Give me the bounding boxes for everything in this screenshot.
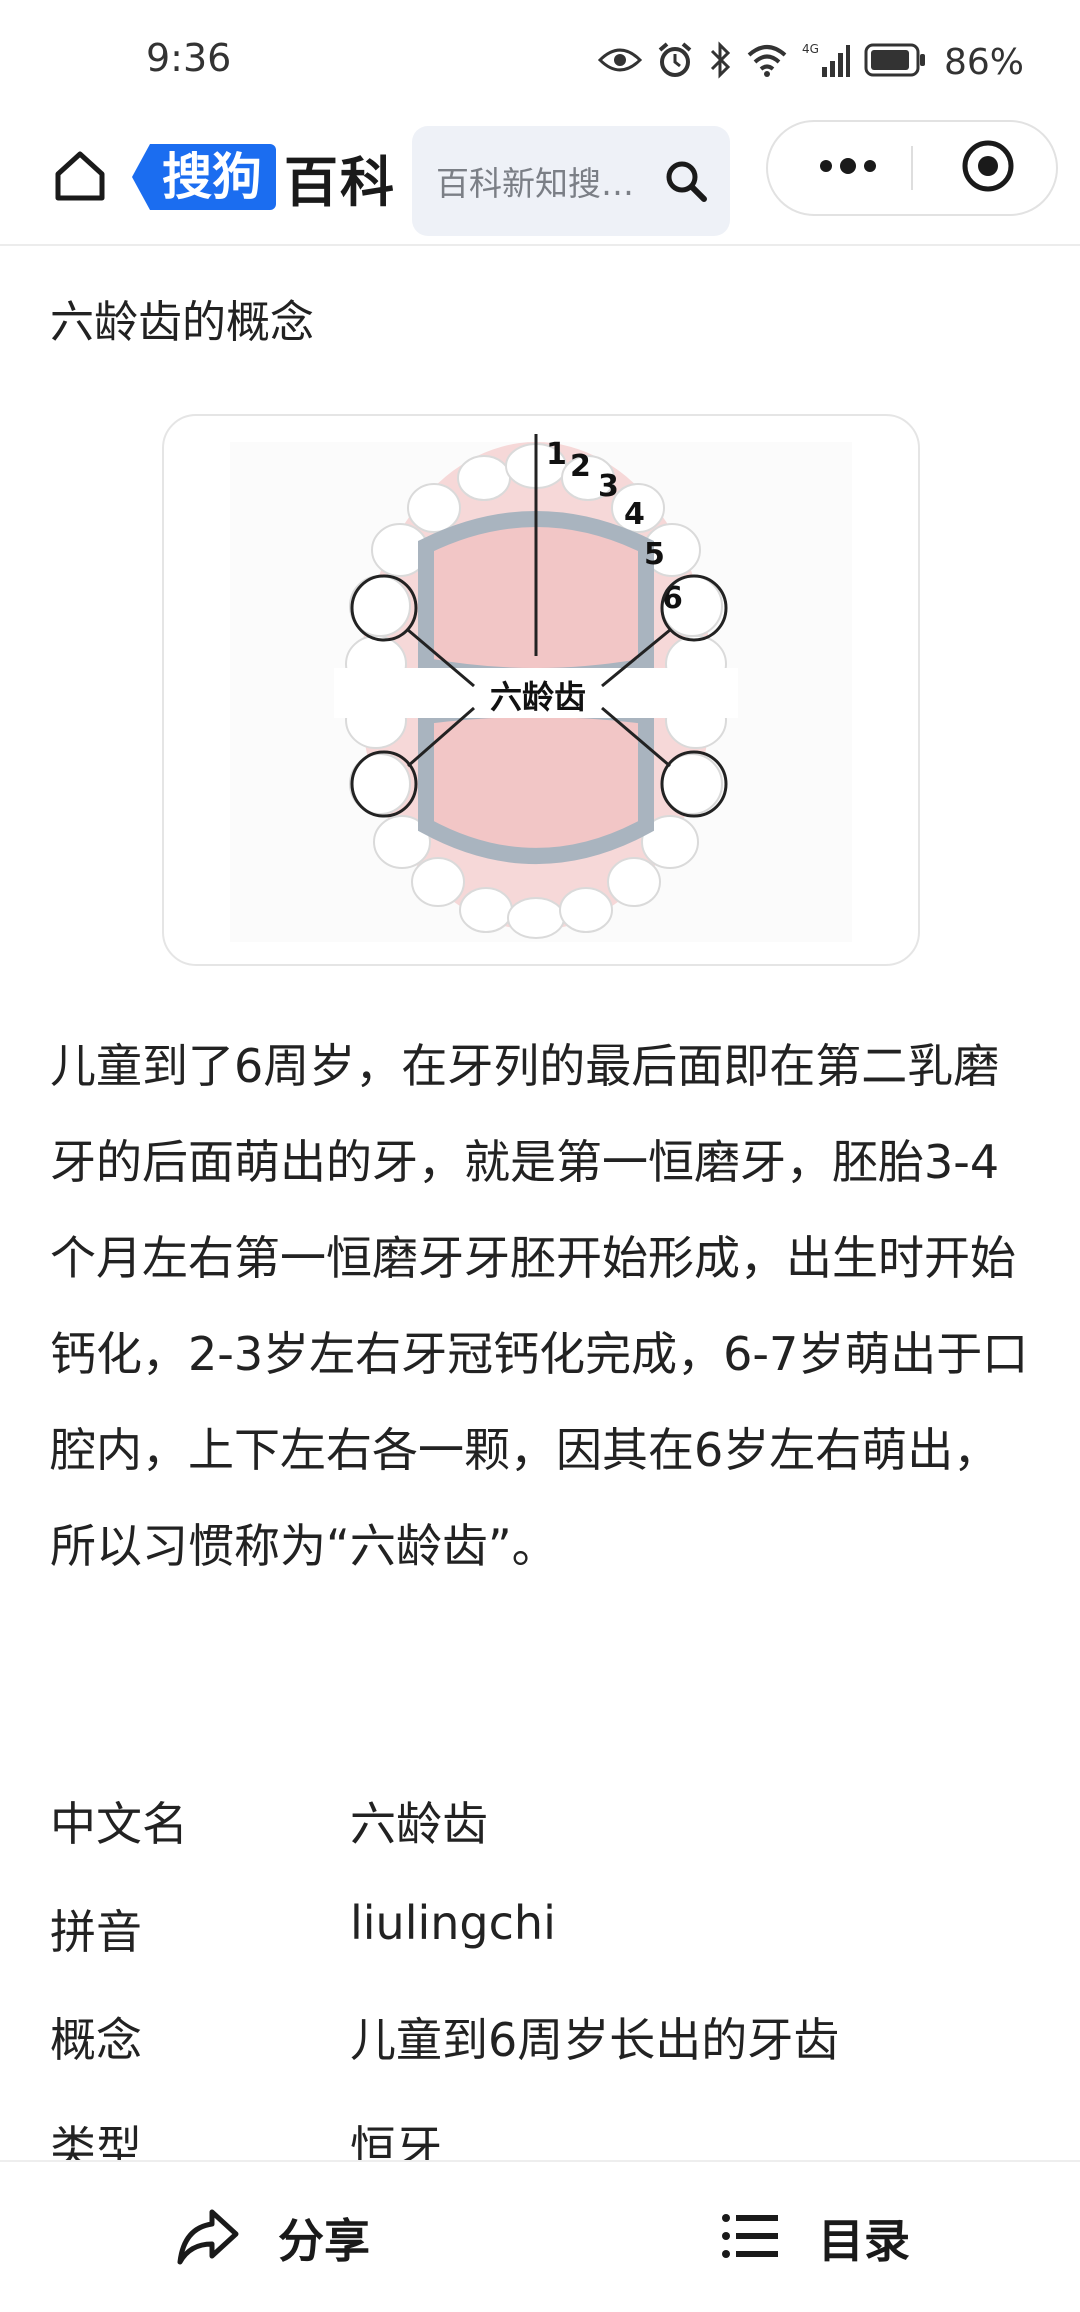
status-time: 9:36 <box>146 36 232 80</box>
share-label: 分享 <box>278 2214 370 2268</box>
status-icons: 4G 86% <box>597 40 1024 84</box>
figure-card[interactable]: 1 2 3 4 5 6 六龄齿 <box>162 414 920 966</box>
alarm-icon <box>656 41 694 83</box>
section-heading: 六龄齿的概念 <box>50 297 314 348</box>
share-icon <box>176 2206 240 2270</box>
wifi-icon <box>746 43 788 81</box>
info-key: 类型 <box>50 2121 142 2164</box>
info-key: 概念 <box>50 2013 142 2067</box>
sogou-baike-logo[interactable]: 搜狗 百科 <box>132 142 396 214</box>
search-box[interactable]: 百科新知搜… <box>412 126 730 236</box>
search-placeholder[interactable]: 百科新知搜… <box>436 157 662 205</box>
close-target-icon <box>960 138 1016 198</box>
tooth-number-2: 2 <box>570 449 591 484</box>
logo-badge: 搜狗 <box>132 144 276 210</box>
info-value: 恒牙 <box>350 2121 442 2164</box>
more-icon <box>816 156 880 180</box>
info-key: 拼音 <box>50 1905 142 1959</box>
bluetooth-icon <box>708 41 732 83</box>
nav-bar: 搜狗 百科 百科新知搜… <box>0 120 1080 246</box>
tooth-number-1: 1 <box>546 437 567 472</box>
more-button[interactable] <box>798 122 898 214</box>
toc-label: 目录 <box>818 2214 910 2268</box>
eye-icon <box>597 45 643 79</box>
lower-palate <box>418 701 654 864</box>
tooth-number-4: 4 <box>624 497 645 532</box>
toc-button[interactable]: 目录 <box>720 2206 910 2270</box>
status-bar: 9:36 4G 86% <box>0 0 1080 120</box>
info-value: 儿童到6周岁长出的牙齿 <box>350 2013 840 2067</box>
cell-signal-icon: 4G <box>802 41 850 83</box>
battery-icon <box>864 42 926 82</box>
tooth-number-3: 3 <box>598 469 619 504</box>
intro-paragraph: 儿童到了6周岁，在牙列的最后面即在第二乳磨牙的后面萌出的牙，就是第一恒磨牙，胚胎… <box>50 1039 1029 1573</box>
capsule-divider <box>911 146 913 190</box>
tooth-number-5: 5 <box>644 537 665 572</box>
info-row: 类型 恒牙 <box>50 2112 1030 2164</box>
logo-text: 百科 <box>284 150 396 214</box>
search-icon[interactable] <box>662 157 710 205</box>
info-value: 六龄齿 <box>350 1797 488 1851</box>
info-row: 中文名 六龄齿 <box>50 1788 1030 1868</box>
share-button[interactable]: 分享 <box>176 2206 370 2270</box>
info-row: 概念 儿童到6周岁长出的牙齿 <box>50 2004 1030 2084</box>
home-icon <box>52 148 108 208</box>
info-value: liulingchi <box>350 1896 556 1950</box>
network-label: 4G <box>802 42 819 56</box>
home-button[interactable] <box>48 146 112 210</box>
list-icon <box>720 2210 780 2266</box>
battery-percent: 86% <box>943 41 1024 83</box>
figure-label: 六龄齿 <box>490 678 586 716</box>
teeth-diagram: 1 2 3 4 5 6 六龄齿 <box>230 434 852 942</box>
miniapp-capsule <box>766 120 1058 216</box>
info-key: 中文名 <box>50 1797 188 1851</box>
info-row: 拼音 liulingchi <box>50 1896 1030 1976</box>
bottom-bar: 分享 目录 <box>0 2160 1080 2312</box>
close-button[interactable] <box>938 122 1038 214</box>
